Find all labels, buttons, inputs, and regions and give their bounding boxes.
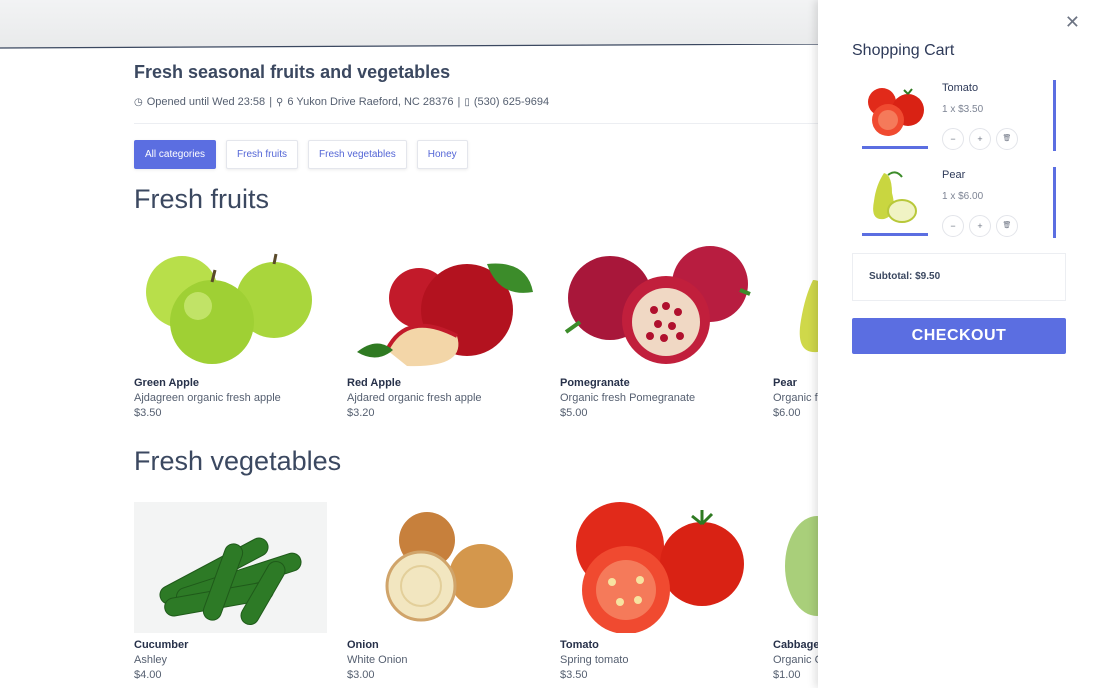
item-accent-bar [1053, 167, 1056, 238]
cart-item-controls: − + 🗑 [942, 128, 1018, 150]
cart-item-qty: 1 x $3.50 [942, 104, 984, 115]
trash-icon[interactable]: 🗑 [996, 215, 1018, 237]
banner-edge [0, 44, 820, 50]
item-underline [862, 146, 928, 149]
store-address: 6 Yukon Drive Raeford, NC 28376 [287, 96, 454, 108]
store-info: ◷ Opened until Wed 23:58 | ⚲ 6 Yukon Dri… [134, 96, 549, 108]
red-apple-image[interactable] [347, 240, 540, 371]
product-name: Red Apple [347, 377, 401, 389]
section-title-fruits: Fresh fruits [134, 184, 270, 214]
product-name: Green Apple [134, 377, 199, 389]
section-title-vegetables: Fresh vegetables [134, 446, 342, 476]
product-name: Pomegranate [560, 377, 630, 389]
cucumber-image[interactable] [134, 502, 327, 633]
product-name: Tomato [560, 639, 599, 651]
map-pin-icon: ⚲ [276, 96, 284, 108]
product-card[interactable]: Red Apple Ajdared organic fresh apple $3… [347, 240, 540, 419]
tomato-image[interactable] [560, 502, 753, 633]
cart-item: Tomato 1 x $3.50 − + 🗑 [862, 80, 1056, 152]
green-apple-image[interactable] [134, 240, 327, 371]
item-accent-bar [1053, 80, 1056, 151]
filter-fresh-vegetables[interactable]: Fresh vegetables [308, 140, 407, 169]
filter-all-categories[interactable]: All categories [134, 140, 217, 169]
product-desc: Ajdagreen organic fresh apple [134, 392, 281, 404]
product-price: $3.50 [134, 407, 162, 419]
close-icon[interactable]: ✕ [1065, 12, 1080, 33]
product-card[interactable]: Onion White Onion $3.00 [347, 502, 540, 681]
cart-item-controls: − + 🗑 [942, 215, 1018, 237]
filter-honey[interactable]: Honey [416, 140, 468, 169]
product-desc: Spring tomato [560, 654, 629, 666]
item-underline [862, 233, 928, 236]
product-price: $3.50 [560, 669, 588, 681]
pomegranate-image[interactable] [560, 240, 753, 371]
filter-fresh-fruits[interactable]: Fresh fruits [226, 140, 299, 169]
product-desc: Ajdared organic fresh apple [347, 392, 482, 404]
product-desc: White Onion [347, 654, 408, 666]
product-name: Cucumber [134, 639, 189, 651]
product-desc: Ashley [134, 654, 168, 666]
product-price: $3.20 [347, 407, 375, 419]
category-filters: All categories Fresh fruits Fresh vegeta… [134, 140, 468, 169]
product-card[interactable]: Green Apple Ajdagreen organic fresh appl… [134, 240, 327, 419]
tomato-thumb [862, 80, 928, 140]
info-separator: | [457, 96, 461, 108]
cart-item: Pear 1 x $6.00 − + 🗑 [862, 167, 1056, 239]
store-hours: Opened until Wed 23:58 [146, 96, 266, 108]
info-separator: | [269, 96, 273, 108]
pear-thumb [862, 167, 928, 227]
divider [134, 123, 824, 124]
product-card[interactable]: Pomegranate Organic fresh Pomegranate $5… [560, 240, 753, 419]
increase-button[interactable]: + [969, 128, 991, 150]
decrease-button[interactable]: − [942, 215, 964, 237]
cart-title: Shopping Cart [852, 42, 955, 59]
onion-image[interactable] [347, 502, 540, 633]
store-phone[interactable]: (530) 625-9694 [474, 96, 549, 108]
cart-subtotal: Subtotal: $9.50 [852, 253, 1066, 301]
clock-icon: ◷ [134, 96, 143, 108]
checkout-button[interactable]: CHECKOUT [852, 318, 1066, 354]
product-price: $4.00 [134, 669, 162, 681]
cart-item-name: Pear [942, 169, 966, 181]
product-name: Onion [347, 639, 379, 651]
product-price: $3.00 [347, 669, 375, 681]
phone-icon: ▯ [464, 96, 470, 108]
trash-icon[interactable]: 🗑 [996, 128, 1018, 150]
shopping-cart-drawer: ✕ Shopping Cart Tomato 1 x $3.50 − + 🗑 P… [818, 0, 1100, 688]
decrease-button[interactable]: − [942, 128, 964, 150]
increase-button[interactable]: + [969, 215, 991, 237]
cart-item-name: Tomato [942, 82, 979, 94]
cart-item-qty: 1 x $6.00 [942, 191, 984, 202]
page-title: Fresh seasonal fruits and vegetables [134, 62, 451, 82]
product-card[interactable]: Cucumber Ashley $4.00 [134, 502, 327, 681]
product-price: $5.00 [560, 407, 588, 419]
product-desc: Organic fresh Pomegranate [560, 392, 696, 404]
product-card[interactable]: Tomato Spring tomato $3.50 [560, 502, 753, 681]
